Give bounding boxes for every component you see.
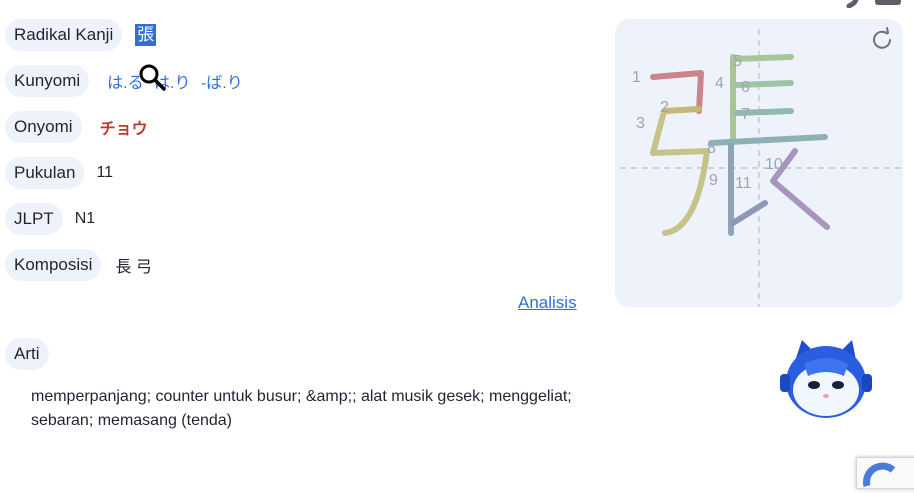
jlpt-label: JLPT: [5, 203, 63, 235]
composition-row: Komposisi 長 弓: [5, 249, 152, 281]
composition-value[interactable]: 長 弓: [115, 253, 151, 277]
jlpt-row: JLPT N1: [5, 203, 95, 235]
stroke-number: 11: [735, 175, 752, 192]
stroke-number: 6: [741, 79, 750, 96]
onyomi-row: Onyomi チョウ: [5, 111, 148, 143]
stroke-number: 5: [733, 53, 742, 70]
radical-row: Radikal Kanji 張: [5, 19, 157, 51]
stroke-number: 7: [741, 106, 750, 123]
kunyomi-values: は.る は.り -ば.り: [107, 69, 249, 93]
onyomi-value[interactable]: チョウ: [100, 115, 148, 139]
jlpt-value: N1: [74, 210, 96, 227]
kunyomi-row: Kunyomi は.る は.り -ば.り: [5, 65, 249, 97]
composition-label: Komposisi: [5, 249, 102, 281]
onyomi-label: Onyomi: [5, 111, 82, 143]
strokes-label: Pukulan: [5, 157, 85, 189]
stroke-number: 4: [715, 75, 724, 92]
stroke-number: 1: [632, 69, 641, 86]
stroke-number: 9: [709, 172, 718, 189]
radical-label: Radikal Kanji: [5, 19, 123, 51]
strokes-row: Pukulan 11: [5, 157, 113, 189]
strokes-value: 11: [96, 164, 114, 181]
analysis-link[interactable]: Analisis: [518, 293, 577, 313]
stroke-order-diagram: 1 2 3 4 5 6 7 8 9 10 11: [620, 29, 903, 307]
stroke-order-panel: 1 2 3 4 5 6 7 8 9 10 11: [615, 19, 903, 307]
stroke-number: 3: [636, 115, 645, 132]
meaning-row: Arti: [5, 338, 49, 370]
mascot-icon[interactable]: [774, 338, 874, 420]
stroke-numbers: 1 2 3 4 5 6 7 8 9 10 11: [632, 53, 783, 192]
search-icon: [139, 64, 166, 91]
kunyomi-label: Kunyomi: [5, 65, 90, 97]
meaning-text: memperpanjang; counter untuk busur; &amp…: [31, 388, 572, 429]
stroke-number: 2: [660, 99, 669, 116]
meaning-label: Arti: [5, 338, 49, 370]
radical-value[interactable]: 張: [135, 24, 157, 46]
recaptcha-badge[interactable]: [856, 457, 914, 489]
stroke-number: 10: [765, 156, 783, 173]
kunyomi-reading[interactable]: -ば.り: [201, 75, 243, 92]
refresh-icon[interactable]: [869, 27, 895, 53]
top-toolbar-icons[interactable]: [845, 0, 905, 8]
recaptcha-icon: [863, 462, 896, 487]
stroke-number: 8: [707, 140, 716, 157]
